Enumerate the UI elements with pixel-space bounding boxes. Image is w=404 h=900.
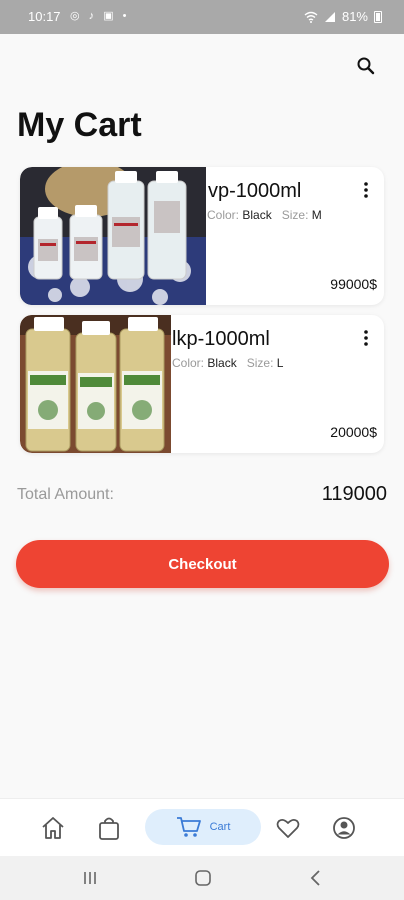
product-name: vp-1000ml: [208, 180, 302, 202]
status-right: 81%: [304, 9, 382, 24]
nav-cart-label: Cart: [209, 821, 231, 833]
product-meta: Color: Black Size: L: [172, 356, 283, 370]
home-button-icon[interactable]: [194, 869, 212, 887]
recent-apps-icon[interactable]: [82, 870, 98, 886]
product-image: [20, 167, 206, 305]
product-image: [20, 315, 171, 453]
system-nav-bar: [0, 856, 404, 900]
total-amount-value: 119000: [321, 483, 387, 505]
profile-icon[interactable]: [330, 814, 358, 842]
product-name: lkp-1000ml: [172, 328, 270, 350]
cart-item[interactable]: lkp-1000ml Color: Black Size: L 20000$: [20, 315, 384, 453]
color-label: Color:: [207, 208, 240, 222]
checkout-button[interactable]: Checkout: [16, 540, 389, 588]
cart-item[interactable]: vp-1000ml Color: Black Size: M 99000$: [20, 167, 384, 305]
size-label: Size:: [246, 356, 274, 370]
back-icon[interactable]: [308, 869, 324, 887]
heart-icon[interactable]: [274, 814, 302, 842]
home-icon[interactable]: [39, 814, 67, 842]
wifi-icon: [304, 11, 318, 23]
page-title: My Cart: [17, 106, 142, 144]
bottom-nav: Cart: [0, 798, 404, 856]
signal-icon: [324, 11, 335, 22]
search-icon[interactable]: [352, 52, 380, 80]
battery-text: 81%: [341, 9, 368, 24]
color-value: Black: [242, 208, 272, 222]
product-price: 99000$: [330, 276, 377, 292]
color-value: Black: [207, 356, 237, 370]
product-price: 20000$: [330, 424, 377, 440]
more-options-icon[interactable]: [362, 329, 370, 347]
nav-cart-tab[interactable]: Cart: [145, 809, 261, 845]
battery-icon: [374, 10, 382, 23]
more-options-icon[interactable]: [362, 181, 370, 199]
size-value: M: [311, 208, 322, 222]
shopping-bag-icon[interactable]: [95, 814, 123, 842]
color-label: Color:: [172, 356, 205, 370]
notification-icons: ◎ ♪ ▣ •: [70, 10, 130, 22]
status-bar: 10:17 ◎ ♪ ▣ • 81%: [0, 0, 404, 34]
status-time: 10:17: [28, 9, 61, 24]
size-label: Size:: [281, 208, 309, 222]
product-meta: Color: Black Size: M: [207, 208, 322, 222]
cart-icon: [176, 817, 201, 837]
size-value: L: [276, 356, 284, 370]
total-amount-label: Total Amount:: [17, 486, 114, 503]
